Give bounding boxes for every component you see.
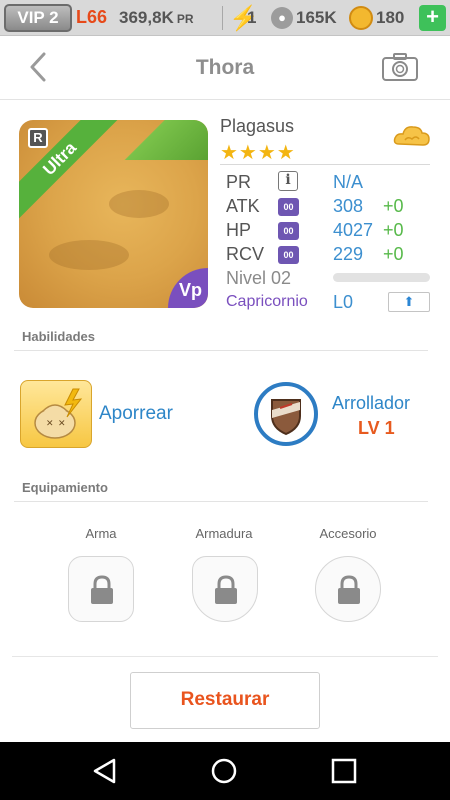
- stat-label-pr: PR: [226, 172, 252, 192]
- paw-points-value: 165K: [296, 8, 337, 27]
- camera-icon[interactable]: [381, 52, 419, 82]
- ground-spot: [109, 190, 169, 218]
- stat-bonus-hp: +0: [383, 220, 404, 240]
- weapon-slot[interactable]: [68, 556, 134, 622]
- accessory-slot[interactable]: [315, 556, 381, 622]
- power-unit: PR: [176, 12, 194, 26]
- ground-spot: [49, 240, 129, 270]
- svg-text:✕: ✕: [46, 418, 54, 428]
- stat-value-rcv: 229: [333, 244, 364, 264]
- stat-value-pr: N/A: [333, 172, 364, 192]
- shield-skill-icon[interactable]: [254, 382, 318, 446]
- level-progress-bar: [333, 273, 430, 282]
- level-label: Nivel 02: [226, 268, 292, 288]
- nav-bar: Thora: [0, 36, 450, 100]
- home-circle-icon[interactable]: [211, 758, 237, 784]
- restore-button[interactable]: Restaurar: [130, 672, 320, 729]
- grass-decoration: [108, 120, 208, 160]
- pet-species-name: Plagasus: [220, 116, 295, 136]
- stat-label-hp: HP: [226, 220, 252, 240]
- equip-label-accessory: Accesorio: [319, 526, 377, 541]
- stat-label-rcv: RCV: [226, 244, 265, 264]
- system-navigation-bar: [0, 742, 450, 800]
- section-title-skills: Habilidades: [22, 329, 95, 344]
- divider: [12, 656, 438, 657]
- pet-portrait[interactable]: Ultra R Vp: [19, 120, 208, 308]
- info-icon[interactable]: i: [278, 171, 298, 191]
- dumpling-skill-icon[interactable]: ✕ ✕: [20, 380, 92, 448]
- equip-label-armor: Armadura: [195, 526, 253, 541]
- stat-gem-icon: 00: [278, 246, 299, 264]
- armor-slot[interactable]: [192, 556, 258, 622]
- coins-value: 180: [376, 8, 405, 27]
- divider: [14, 350, 428, 351]
- passive-skill-level: LV 1: [358, 418, 395, 438]
- stat-gem-icon: 00: [278, 198, 299, 216]
- arrow-up-icon: ⬆: [403, 294, 415, 309]
- energy-value: 1: [247, 8, 257, 27]
- player-level: L66: [76, 7, 108, 27]
- zodiac-sign[interactable]: Capricornio: [226, 293, 308, 311]
- divider: [14, 501, 428, 502]
- star-rating: ★★★★: [220, 142, 296, 164]
- add-coins-button[interactable]: +: [419, 5, 446, 31]
- stat-value-atk: 308: [333, 196, 364, 216]
- stat-bonus-rcv: +0: [383, 244, 404, 264]
- divider: [222, 6, 223, 30]
- zodiac-level: L0: [333, 292, 354, 312]
- lock-icon: [91, 575, 113, 604]
- passive-skill-name[interactable]: Arrollador: [332, 393, 410, 414]
- lock-icon: [338, 575, 360, 604]
- upgrade-button[interactable]: ⬆: [388, 292, 430, 312]
- equip-label-weapon: Arma: [85, 526, 117, 541]
- active-skill-name[interactable]: Aporrear: [99, 403, 173, 425]
- status-bar: VIP 2 L66 369,8K PR ⚡ 1 ● 165K 180 +: [0, 0, 450, 36]
- rarity-badge: R: [28, 128, 48, 148]
- lock-icon: [215, 575, 237, 604]
- pet-detail-screen: VIP 2 L66 369,8K PR ⚡ 1 ● 165K 180 + Thor…: [0, 0, 450, 800]
- zodiac-corner-badge: Vp: [168, 268, 208, 308]
- stat-label-atk: ATK: [226, 196, 260, 216]
- recents-square-icon[interactable]: [331, 758, 357, 784]
- divider: [220, 164, 430, 165]
- stat-value-hp: 4027: [333, 220, 374, 240]
- stat-bonus-atk: +0: [383, 196, 404, 216]
- section-title-equipment: Equipamiento: [22, 480, 108, 495]
- stat-gem-icon: 00: [278, 222, 299, 240]
- power-readout: 369,8K PR: [119, 8, 194, 28]
- paw-icon: ●: [271, 7, 293, 29]
- back-triangle-icon[interactable]: [92, 758, 118, 784]
- vip-badge[interactable]: VIP 2: [4, 4, 72, 32]
- cloud-icon: [393, 126, 430, 146]
- svg-text:✕: ✕: [58, 418, 66, 428]
- coin-icon: [349, 6, 373, 30]
- power-value: 369,8K: [119, 8, 174, 27]
